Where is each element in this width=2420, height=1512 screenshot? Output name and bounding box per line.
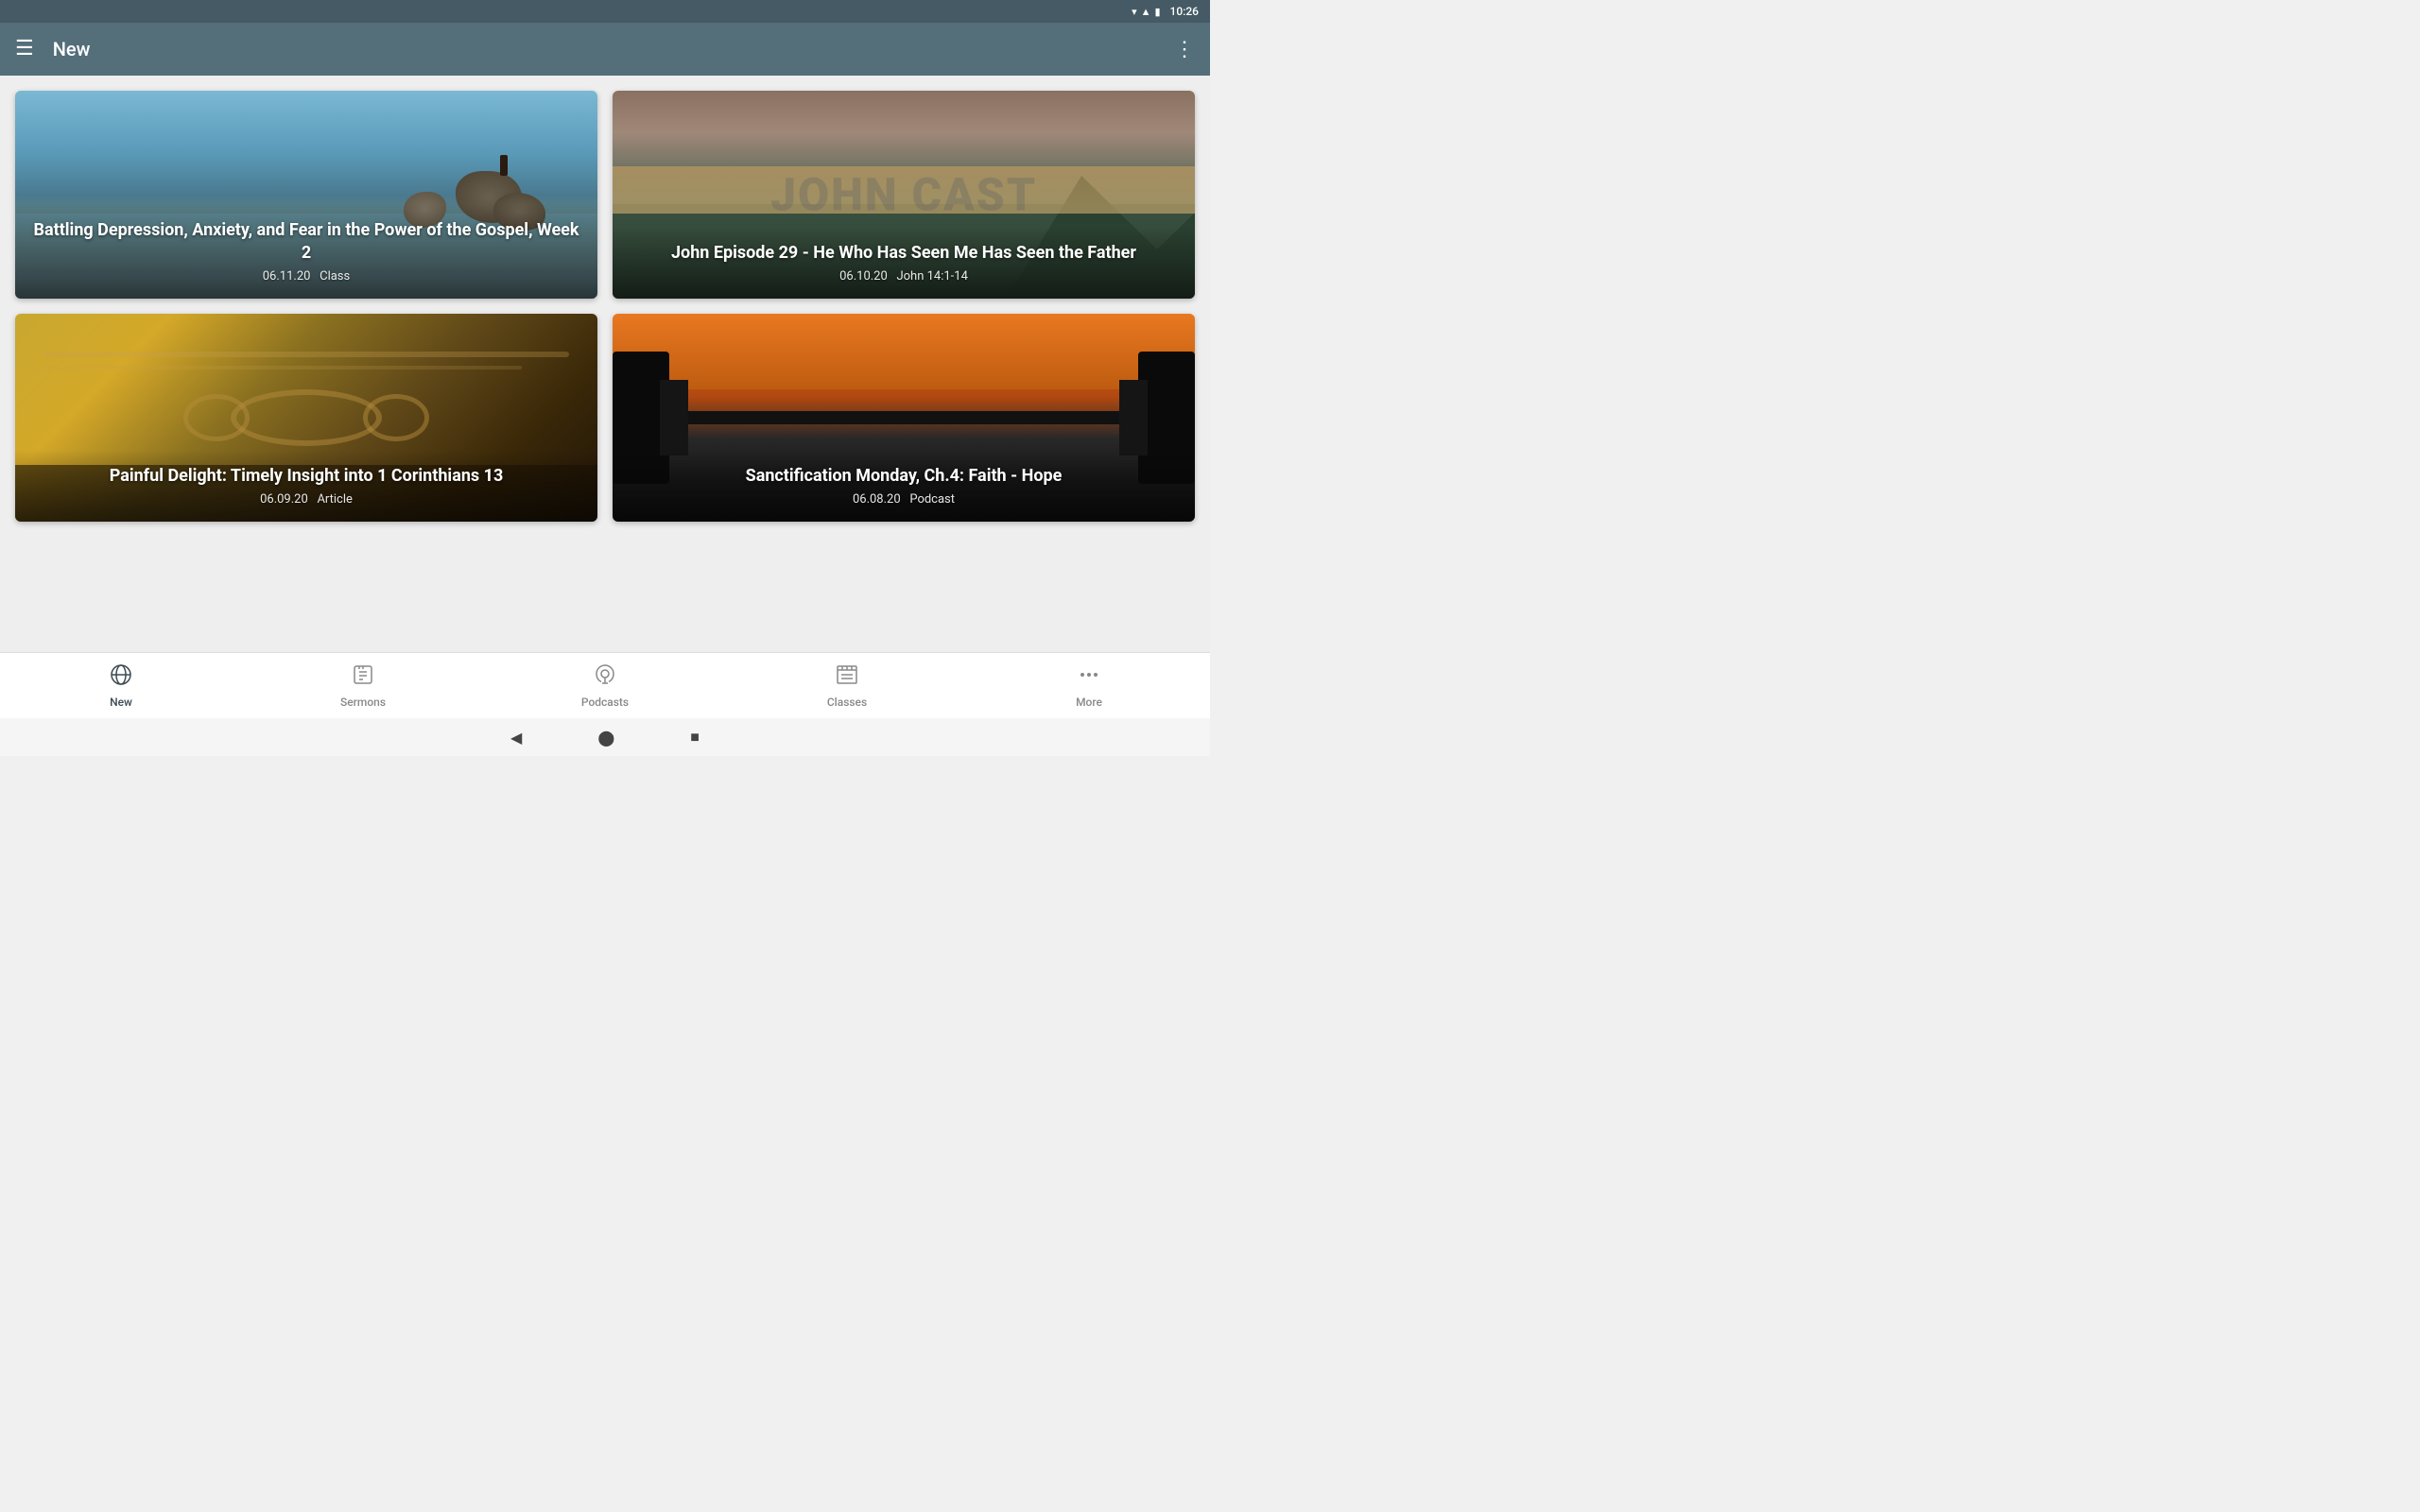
nav-label-classes: Classes: [827, 696, 867, 709]
sermons-icon: [352, 663, 374, 692]
main-content: Battling Depression, Anxiety, and Fear i…: [0, 76, 1210, 652]
more-vert-icon[interactable]: ⋮: [1174, 38, 1195, 61]
card-painful-delight[interactable]: Painful Delight: Timely Insight into 1 C…: [15, 314, 597, 522]
wifi-icon: ▾: [1132, 6, 1137, 18]
card-john-episode[interactable]: JOHN CAST John Episode 29 - He Who Has S…: [613, 91, 1195, 299]
classes-icon: [836, 663, 858, 692]
nav-item-new[interactable]: New: [0, 656, 242, 716]
signal-icon: ▲: [1141, 6, 1151, 18]
status-icons: ▾ ▲ ▮ 10:26: [1132, 5, 1199, 18]
card-1-meta: 06.11.20 Class: [30, 269, 582, 284]
sys-nav-bar: ◀ ⬤ ■: [0, 718, 1210, 756]
home-button[interactable]: ⬤: [597, 729, 614, 747]
nav-item-podcasts[interactable]: Podcasts: [484, 656, 726, 716]
hamburger-icon[interactable]: ☰: [15, 39, 34, 60]
card-3-meta: 06.09.20 Article: [30, 492, 582, 507]
nav-label-more: More: [1076, 696, 1102, 709]
card-battling-depression[interactable]: Battling Depression, Anxiety, and Fear i…: [15, 91, 597, 299]
nav-label-sermons: Sermons: [340, 696, 386, 709]
card-sanctification[interactable]: Sanctification Monday, Ch.4: Faith - Hop…: [613, 314, 1195, 522]
card-2-meta: 06.10.20 John 14:1-14: [628, 269, 1180, 284]
card-1-overlay: Battling Depression, Anxiety, and Fear i…: [15, 204, 597, 299]
new-icon: [110, 663, 132, 692]
nav-label-podcasts: Podcasts: [581, 696, 629, 709]
nav-item-sermons[interactable]: Sermons: [242, 656, 484, 716]
recent-button[interactable]: ■: [690, 728, 700, 747]
card-2-overlay: John Episode 29 - He Who Has Seen Me Has…: [613, 227, 1195, 299]
nav-label-new: New: [110, 696, 132, 709]
card-4-title: Sanctification Monday, Ch.4: Faith - Hop…: [628, 465, 1180, 487]
nav-item-classes[interactable]: Classes: [726, 656, 968, 716]
podcasts-icon: [594, 663, 616, 692]
card-1-title: Battling Depression, Anxiety, and Fear i…: [30, 219, 582, 264]
card-4-meta: 06.08.20 Podcast: [628, 492, 1180, 507]
battery-icon: ▮: [1154, 6, 1160, 18]
cards-grid: Battling Depression, Anxiety, and Fear i…: [15, 91, 1195, 522]
more-icon: [1078, 663, 1100, 692]
app-bar-title: New: [53, 38, 1174, 60]
back-button[interactable]: ◀: [510, 729, 522, 747]
figure-decoration: [500, 155, 508, 176]
card-3-title: Painful Delight: Timely Insight into 1 C…: [30, 465, 582, 487]
card-3-overlay: Painful Delight: Timely Insight into 1 C…: [15, 450, 597, 522]
card-2-title: John Episode 29 - He Who Has Seen Me Has…: [628, 242, 1180, 264]
status-time: 10:26: [1170, 5, 1199, 18]
card-4-overlay: Sanctification Monday, Ch.4: Faith - Hop…: [613, 450, 1195, 522]
nav-item-more[interactable]: More: [968, 656, 1210, 716]
app-bar: ☰ New ⋮: [0, 23, 1210, 76]
bottom-nav: New Sermons Podcasts: [0, 652, 1210, 718]
status-bar: ▾ ▲ ▮ 10:26: [0, 0, 1210, 23]
